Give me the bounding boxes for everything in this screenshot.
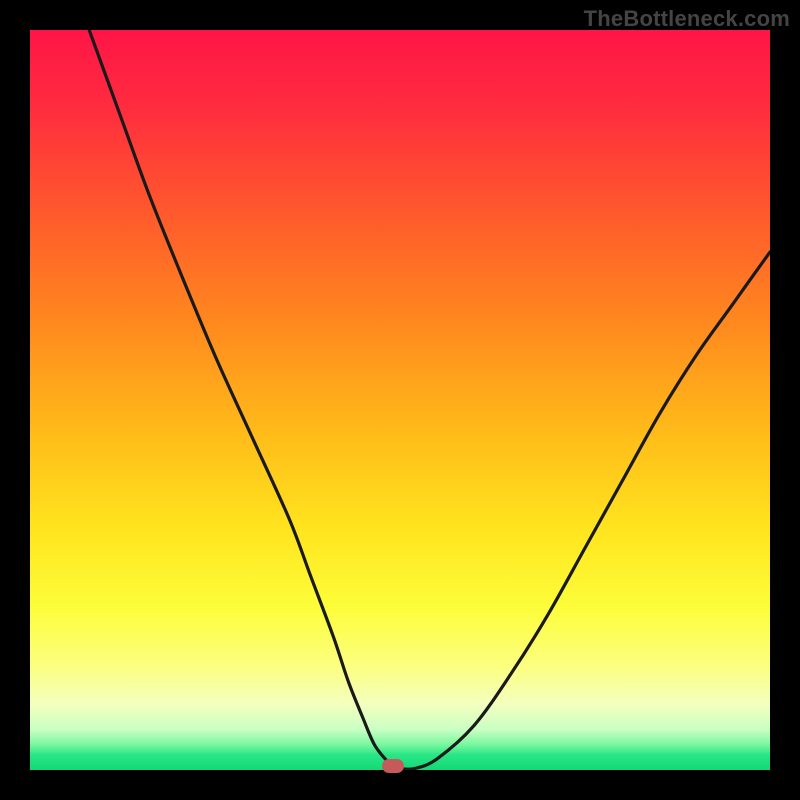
curve-path: [89, 30, 770, 769]
bottleneck-curve: [30, 30, 770, 770]
optimal-point-marker: [382, 759, 404, 773]
plot-area: [30, 30, 770, 770]
chart-frame: TheBottleneck.com: [0, 0, 800, 800]
watermark-text: TheBottleneck.com: [584, 6, 790, 32]
